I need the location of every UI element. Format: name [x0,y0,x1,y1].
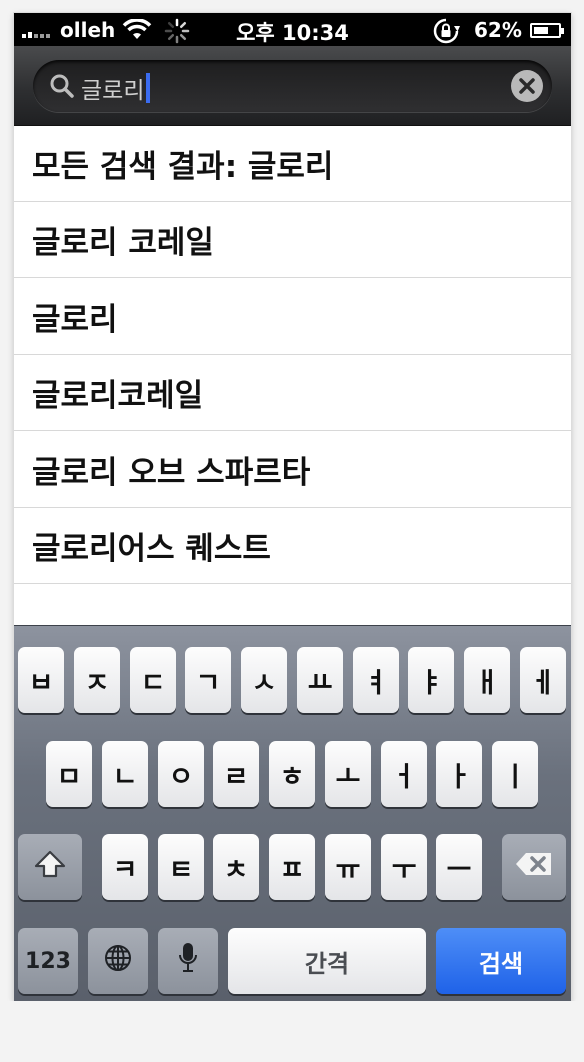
suggestion-item[interactable]: 글로리 [14,279,571,355]
key-ㅔ[interactable]: ㅔ [520,647,566,713]
suggestion-item[interactable]: 글로리 코레일 [14,202,571,278]
space-key[interactable]: 간격 [228,928,426,994]
key-ㅗ[interactable]: ㅗ [325,741,371,807]
search-bar: 글로리 [14,46,571,126]
key-ㅎ[interactable]: ㅎ [269,741,315,807]
shift-arrow-icon [33,849,67,886]
suggestion-list: 모든 검색 결과: 글로리 글로리 코레일 글로리 글로리코레일 글로리 오브 … [14,126,571,625]
key-ㅜ[interactable]: ㅜ [381,834,427,900]
key-ㅐ[interactable]: ㅐ [464,647,510,713]
delete-key[interactable] [502,834,566,900]
key-ㅓ[interactable]: ㅓ [381,741,427,807]
battery-fill [534,27,549,34]
search-value-wrap: 글로리 [81,71,151,105]
suggestion-item[interactable]: 글로리코레일 [14,355,571,431]
search-input[interactable]: 글로리 [33,60,552,112]
phone-screen: olleh 오후 10:34 62% 글로리 모든 검색 결과: 글로리 글로리… [14,13,571,1001]
key-ㄱ[interactable]: ㄱ [185,647,231,713]
suggestion-item[interactable]: 글로리어스 퀘스트 [14,508,571,584]
rotation-lock-icon [432,17,460,49]
shift-key[interactable] [18,834,82,900]
search-value: 글로리 [81,78,145,104]
keyboard: ㅂ ㅈ ㄷ ㄱ ㅅ ㅛ ㅕ ㅑ ㅐ ㅔ ㅁ ㄴ ㅇ ㄹ ㅎ ㅗ ㅓ ㅏ ㅣ ㅋ … [14,625,571,1001]
language-key[interactable] [88,928,148,994]
key-ㅌ[interactable]: ㅌ [158,834,204,900]
key-ㅂ[interactable]: ㅂ [18,647,64,713]
key-ㅁ[interactable]: ㅁ [46,741,92,807]
dictation-key[interactable] [158,928,218,994]
key-ㅡ[interactable]: ㅡ [436,834,482,900]
key-ㅣ[interactable]: ㅣ [492,741,538,807]
suggestion-all-results[interactable]: 모든 검색 결과: 글로리 [14,126,571,202]
key-ㄹ[interactable]: ㄹ [213,741,259,807]
magnifier-icon [49,73,75,103]
key-ㅛ[interactable]: ㅛ [297,647,343,713]
key-ㅕ[interactable]: ㅕ [353,647,399,713]
battery-icon [530,23,564,38]
key-ㅈ[interactable]: ㅈ [74,647,120,713]
numbers-key[interactable]: 123 [18,928,78,994]
key-ㄷ[interactable]: ㄷ [130,647,176,713]
photo-frame-bottom [0,1001,584,1062]
key-ㅍ[interactable]: ㅍ [269,834,315,900]
battery-percentage: 62% [474,18,522,42]
clear-x-icon[interactable] [511,70,543,102]
backspace-icon [514,851,554,884]
key-ㅅ[interactable]: ㅅ [241,647,287,713]
suggestion-item[interactable]: 글로리 오브 스파르타 [14,432,571,508]
text-caret [146,73,151,103]
key-ㅊ[interactable]: ㅊ [213,834,259,900]
microphone-icon [177,941,199,982]
status-bar: olleh 오후 10:34 62% [14,13,571,46]
key-ㅋ[interactable]: ㅋ [102,834,148,900]
key-ㅑ[interactable]: ㅑ [408,647,454,713]
key-ㅠ[interactable]: ㅠ [325,834,371,900]
key-ㅇ[interactable]: ㅇ [158,741,204,807]
globe-icon [103,943,133,980]
key-ㄴ[interactable]: ㄴ [102,741,148,807]
search-key[interactable]: 검색 [436,928,566,994]
key-ㅏ[interactable]: ㅏ [436,741,482,807]
